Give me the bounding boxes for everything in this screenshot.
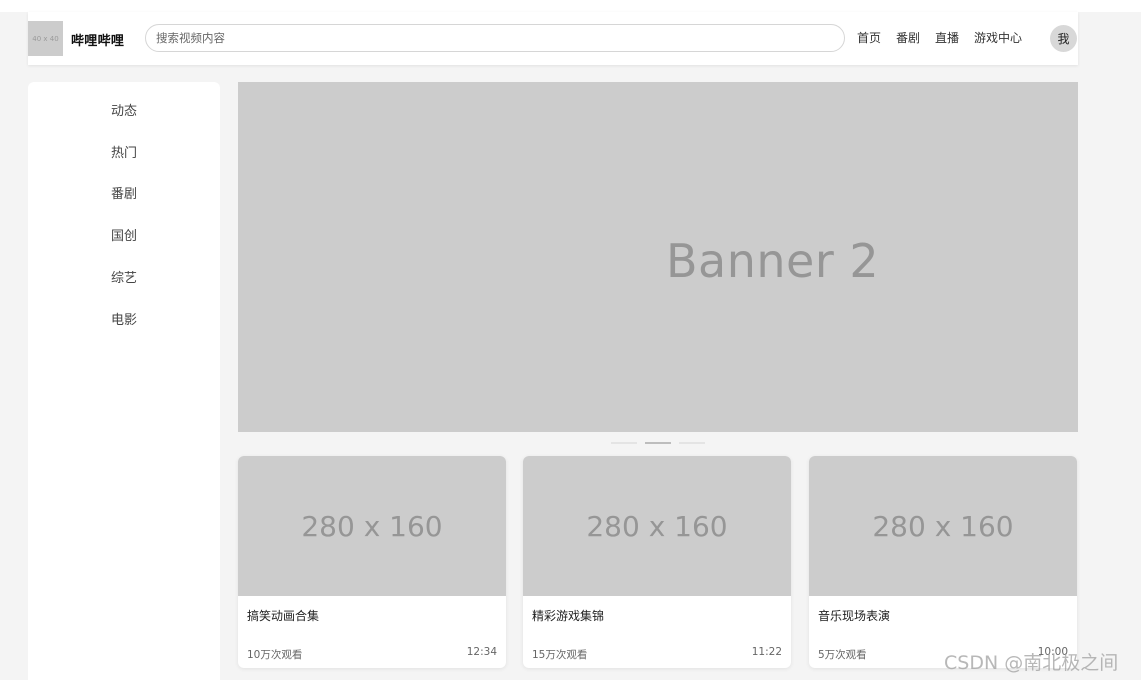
sidebar: 动态 热门 番剧 国创 综艺 电影	[28, 82, 220, 680]
sidebar-item-dynamic[interactable]: 动态	[28, 100, 220, 119]
carousel-dot[interactable]	[679, 442, 705, 444]
video-title[interactable]: 搞笑动画合集	[247, 607, 319, 624]
sidebar-item-guochuang[interactable]: 国创	[28, 225, 220, 244]
video-views: 15万次观看	[532, 649, 588, 661]
nav-anime[interactable]: 番剧	[896, 29, 920, 47]
sidebar-item-popular[interactable]: 热门	[28, 142, 220, 161]
video-thumbnail[interactable]: 280 x 160	[238, 456, 506, 596]
video-thumbnail[interactable]: 280 x 160	[809, 456, 1077, 596]
video-views: 10万次观看	[247, 649, 303, 661]
top-margin	[0, 0, 1141, 12]
video-title[interactable]: 精彩游戏集锦	[532, 607, 604, 624]
video-card[interactable]: 280 x 160 音乐现场表演 5万次观看 10:00	[809, 456, 1077, 668]
search-placeholder: 搜索视频内容	[156, 31, 225, 45]
logo-image[interactable]: 40 x 40	[28, 21, 63, 56]
video-card[interactable]: 280 x 160 搞笑动画合集 10万次观看 12:34	[238, 456, 506, 668]
video-card[interactable]: 280 x 160 精彩游戏集锦 15万次观看 11:22	[523, 456, 791, 668]
sidebar-item-movie[interactable]: 电影	[28, 309, 220, 328]
video-views: 5万次观看	[818, 649, 867, 661]
carousel-dot-active[interactable]	[645, 442, 671, 444]
watermark: CSDN @南北极之间	[944, 652, 1119, 674]
sidebar-item-variety[interactable]: 综艺	[28, 267, 220, 286]
banner-text: Banner 2	[666, 234, 880, 288]
avatar[interactable]: 我	[1050, 25, 1077, 52]
sidebar-item-anime[interactable]: 番剧	[28, 183, 220, 202]
banner-carousel[interactable]: Banner 2	[238, 82, 1078, 432]
top-nav: 首页 番剧 直播 游戏中心	[857, 29, 1037, 47]
video-duration: 12:34	[466, 646, 497, 658]
carousel-indicators	[611, 442, 705, 444]
video-title[interactable]: 音乐现场表演	[818, 607, 890, 624]
video-thumbnail[interactable]: 280 x 160	[523, 456, 791, 596]
top-header: 40 x 40 哔哩哔哩 搜索视频内容 首页 番剧 直播 游戏中心 我	[28, 12, 1078, 65]
site-name[interactable]: 哔哩哔哩	[71, 30, 124, 49]
nav-game-center[interactable]: 游戏中心	[974, 29, 1022, 47]
nav-live[interactable]: 直播	[935, 29, 959, 47]
carousel-dot[interactable]	[611, 442, 637, 444]
nav-home[interactable]: 首页	[857, 29, 881, 47]
video-duration: 11:22	[751, 646, 782, 658]
search-input[interactable]: 搜索视频内容	[145, 24, 845, 52]
